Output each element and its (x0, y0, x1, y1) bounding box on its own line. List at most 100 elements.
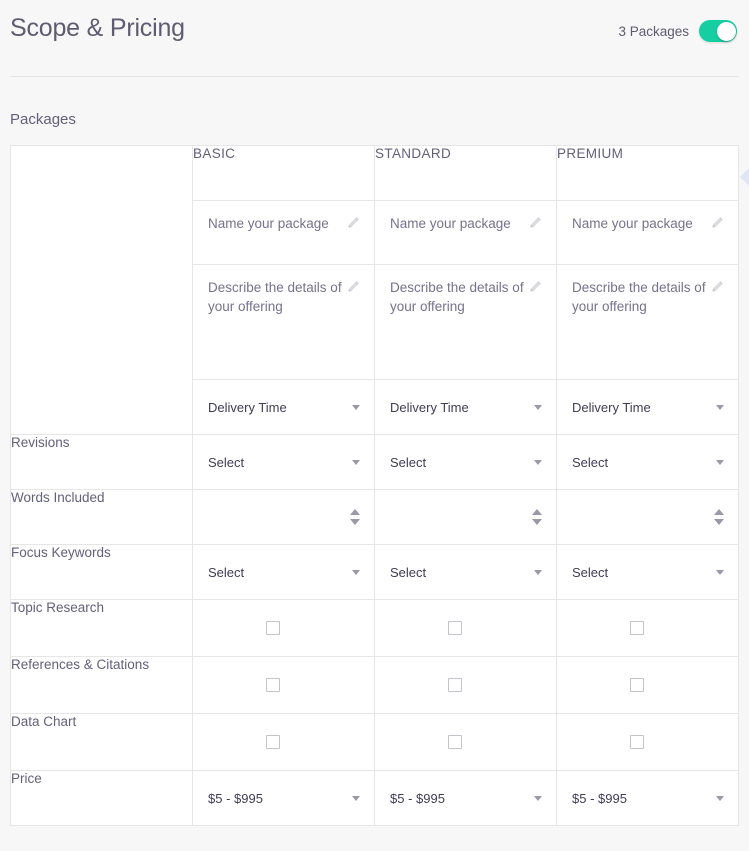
page-header: Scope & Pricing 3 Packages (0, 0, 749, 77)
chevron-down-icon[interactable] (716, 795, 724, 801)
table-row: Data Chart (10, 713, 739, 771)
select-value: $5 - $995 (390, 790, 445, 806)
cell-topic_research-standard[interactable] (374, 599, 557, 657)
stepper-down-icon[interactable] (714, 519, 724, 525)
chevron-down-icon[interactable] (352, 795, 360, 801)
cell-data_chart-premium[interactable] (556, 713, 739, 771)
cell-price-basic[interactable]: $5 - $995 (192, 770, 375, 826)
chevron-down-icon[interactable] (534, 459, 542, 465)
stepper-down-icon[interactable] (350, 519, 360, 525)
cell-name-basic[interactable]: Name your package (192, 200, 375, 265)
cell-focus_keywords-standard[interactable]: Select (374, 544, 557, 600)
packages-table: BASIC STANDARD PREMIUM Name your package Nam… (10, 145, 739, 826)
cell-references_citations-standard[interactable] (374, 656, 557, 714)
row-label-words_included: Words Included (10, 489, 193, 545)
checkbox[interactable] (629, 678, 644, 692)
pencil-icon[interactable] (347, 216, 360, 229)
header-divider (10, 76, 738, 77)
cell-focus_keywords-basic[interactable]: Select (192, 544, 375, 600)
chevron-down-icon[interactable] (716, 459, 724, 465)
select-value: Select (390, 564, 427, 580)
number-stepper[interactable] (532, 509, 542, 525)
cell-delivery_time-standard[interactable]: Delivery Time (374, 379, 557, 435)
select-value: Delivery Time (390, 399, 469, 415)
checkbox[interactable] (265, 678, 280, 692)
table-corner-spacer (10, 145, 193, 435)
cell-words_included-premium[interactable] (556, 489, 739, 545)
cell-description-premium[interactable]: Describe the details of your offering (556, 264, 739, 380)
row-label-focus_keywords: Focus Keywords (10, 544, 193, 600)
row-label-data_chart: Data Chart (10, 713, 193, 771)
chevron-down-icon[interactable] (716, 404, 724, 410)
checkbox[interactable] (265, 735, 280, 749)
cell-topic_research-basic[interactable] (192, 599, 375, 657)
pencil-icon[interactable] (711, 280, 724, 293)
pencil-icon[interactable] (529, 280, 542, 293)
stepper-up-icon[interactable] (714, 509, 724, 515)
number-stepper[interactable] (714, 509, 724, 525)
checkbox[interactable] (447, 678, 462, 692)
cell-topic_research-premium[interactable] (556, 599, 739, 657)
cell-name-premium[interactable]: Name your package (556, 200, 739, 265)
cell-price-standard[interactable]: $5 - $995 (374, 770, 557, 826)
panel-collapse-handle[interactable] (740, 168, 749, 186)
chevron-down-icon[interactable] (716, 569, 724, 575)
cell-description-basic[interactable]: Describe the details of your offering (192, 264, 375, 380)
row-label-references_citations: References & Citations (10, 656, 193, 714)
chevron-down-icon[interactable] (534, 795, 542, 801)
cell-focus_keywords-premium[interactable]: Select (556, 544, 739, 600)
chevron-down-icon[interactable] (352, 459, 360, 465)
chevron-down-icon[interactable] (534, 404, 542, 410)
chevron-down-icon[interactable] (352, 404, 360, 410)
table-row: References & Citations (10, 656, 739, 714)
checkbox[interactable] (447, 621, 462, 635)
cell-delivery_time-basic[interactable]: Delivery Time (192, 379, 375, 435)
column-header-basic: BASIC (192, 145, 375, 201)
header-actions: 3 Packages (618, 20, 737, 42)
stepper-up-icon[interactable] (532, 509, 542, 515)
cell-revisions-basic[interactable]: Select (192, 434, 375, 490)
checkbox[interactable] (447, 735, 462, 749)
cell-references_citations-basic[interactable] (192, 656, 375, 714)
stepper-up-icon[interactable] (350, 509, 360, 515)
number-stepper[interactable] (350, 509, 360, 525)
cell-data_chart-basic[interactable] (192, 713, 375, 771)
cell-words_included-basic[interactable] (192, 489, 375, 545)
cell-revisions-standard[interactable]: Select (374, 434, 557, 490)
chevron-down-icon[interactable] (352, 569, 360, 575)
section-label-packages: Packages (10, 111, 76, 128)
packages-count-label: 3 Packages (618, 23, 689, 39)
cell-name-standard[interactable]: Name your package (374, 200, 557, 265)
cell-data_chart-standard[interactable] (374, 713, 557, 771)
column-header-standard: STANDARD (374, 145, 557, 201)
table-row: Price $5 - $995 $5 - $995 $5 - $995 (10, 770, 739, 826)
cell-description-standard[interactable]: Describe the details of your offering (374, 264, 557, 380)
select-value: Delivery Time (572, 399, 651, 415)
cell-references_citations-premium[interactable] (556, 656, 739, 714)
stepper-down-icon[interactable] (532, 519, 542, 525)
table-row: Focus Keywords Select Select Select (10, 544, 739, 600)
pencil-icon[interactable] (347, 280, 360, 293)
placeholder-text: Name your package (208, 216, 329, 231)
select-value: Delivery Time (208, 399, 287, 415)
checkbox[interactable] (629, 621, 644, 635)
placeholder-text: Name your package (572, 216, 693, 231)
checkbox[interactable] (629, 735, 644, 749)
select-value: Select (572, 564, 609, 580)
page-title: Scope & Pricing (10, 14, 185, 42)
select-value: Select (390, 454, 427, 470)
packages-table-container: BASIC STANDARD PREMIUM Name your package Nam… (10, 145, 739, 826)
checkbox[interactable] (265, 621, 280, 635)
chevron-down-icon[interactable] (534, 569, 542, 575)
cell-delivery_time-premium[interactable]: Delivery Time (556, 379, 739, 435)
cell-revisions-premium[interactable]: Select (556, 434, 739, 490)
pencil-icon[interactable] (711, 216, 724, 229)
select-value: $5 - $995 (208, 790, 263, 806)
pencil-icon[interactable] (529, 216, 542, 229)
chevron-left-icon (740, 168, 749, 186)
cell-price-premium[interactable]: $5 - $995 (556, 770, 739, 826)
packages-toggle[interactable] (699, 20, 737, 42)
placeholder-text: Describe the details of your offering (208, 280, 342, 314)
table-row: Topic Research (10, 599, 739, 657)
cell-words_included-standard[interactable] (374, 489, 557, 545)
